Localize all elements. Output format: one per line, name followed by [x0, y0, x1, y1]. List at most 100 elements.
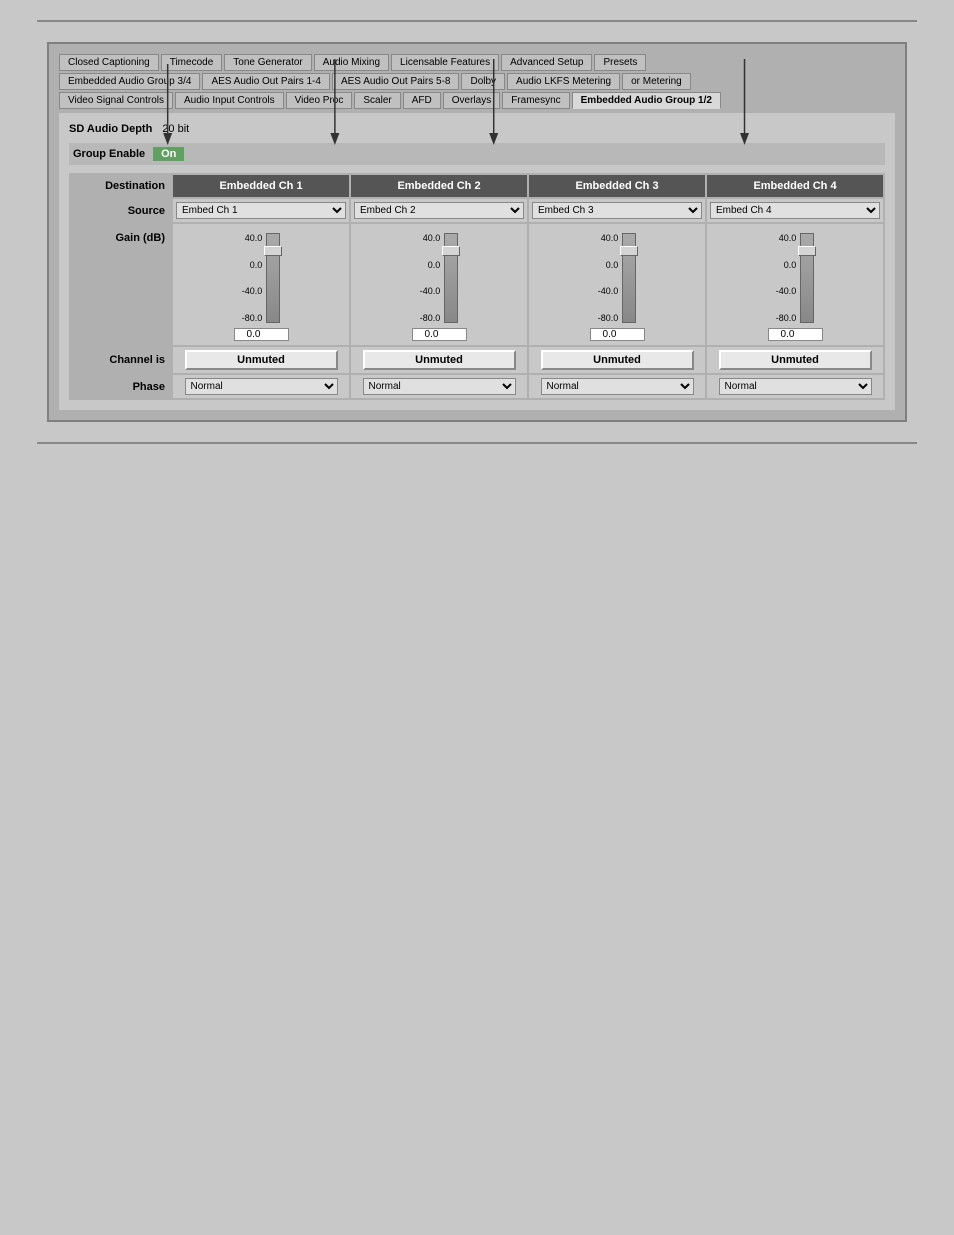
ch3-source-cell: Embed Ch 1 Embed Ch 2 Embed Ch 3 Embed C…: [529, 199, 705, 222]
main-panel: Closed Captioning Timecode Tone Generato…: [47, 42, 907, 422]
ch2-source-select[interactable]: Embed Ch 1 Embed Ch 2 Embed Ch 3 Embed C…: [354, 202, 524, 219]
tab-audio-input-controls[interactable]: Audio Input Controls: [175, 92, 284, 109]
page-wrapper: Closed Captioning Timecode Tone Generato…: [0, 0, 954, 1235]
ch2-mute-button[interactable]: Unmuted: [363, 350, 516, 370]
ch1-gain-n40: -40.0: [242, 286, 263, 296]
ch4-header: Embedded Ch 4: [707, 175, 883, 197]
sd-audio-depth-label: SD Audio Depth: [69, 123, 152, 135]
ch4-gain-cell: 40.0 0.0 -40.0 -80.0: [707, 224, 883, 345]
ch1-source-select[interactable]: Embed Ch 1 Embed Ch 2 Embed Ch 3 Embed C…: [176, 202, 346, 219]
tab-overlays[interactable]: Overlays: [443, 92, 500, 109]
ch3-phase-select[interactable]: Normal Inverted: [541, 378, 694, 395]
tab-framesync[interactable]: Framesync: [502, 92, 569, 109]
ch4-mute-cell: Unmuted: [707, 347, 883, 373]
group-enable-label: Group Enable: [73, 148, 145, 160]
tab-closed-captioning[interactable]: Closed Captioning: [59, 54, 159, 71]
ch3-fader-wrapper: 40.0 0.0 -40.0 -80.0: [598, 228, 637, 328]
ch1-gain-40: 40.0: [242, 233, 263, 243]
tab-rows: Closed Captioning Timecode Tone Generato…: [59, 54, 895, 109]
ch4-phase-select[interactable]: Normal Inverted: [719, 378, 872, 395]
ch4-phase-cell: Normal Inverted: [707, 375, 883, 398]
ch2-gain-0: 0.0: [420, 260, 441, 270]
channel-is-label: Channel is: [71, 347, 171, 373]
sd-audio-depth-row: SD Audio Depth 20 bit: [69, 123, 885, 135]
ch3-source-select[interactable]: Embed Ch 1 Embed Ch 2 Embed Ch 3 Embed C…: [532, 202, 702, 219]
channel-grid: Destination Embedded Ch 1 Embedded Ch 2 …: [69, 173, 885, 400]
ch1-fader-track[interactable]: [266, 233, 280, 323]
ch1-fader-knob[interactable]: [264, 246, 282, 256]
ch4-mute-button[interactable]: Unmuted: [719, 350, 872, 370]
group-enable-value: On: [153, 147, 184, 161]
tab-aes-out-5-8[interactable]: AES Audio Out Pairs 5-8: [332, 73, 460, 90]
tab-presets[interactable]: Presets: [594, 54, 646, 71]
ch2-gain-n80: -80.0: [420, 313, 441, 323]
ch2-gain-40: 40.0: [420, 233, 441, 243]
ch4-source-select[interactable]: Embed Ch 1 Embed Ch 2 Embed Ch 3 Embed C…: [710, 202, 880, 219]
ch4-source-cell: Embed Ch 1 Embed Ch 2 Embed Ch 3 Embed C…: [707, 199, 883, 222]
ch1-mute-cell: Unmuted: [173, 347, 349, 373]
tab-row-3: Video Signal Controls Audio Input Contro…: [59, 92, 895, 109]
ch4-fader-track[interactable]: [800, 233, 814, 323]
ch2-gain-cell: 40.0 0.0 -40.0 -80.0: [351, 224, 527, 345]
tab-audio-lkfs[interactable]: Audio LKFS Metering: [507, 73, 620, 90]
ch4-gain-40: 40.0: [776, 233, 797, 243]
ch4-gain-0: 0.0: [776, 260, 797, 270]
bottom-rule: [37, 442, 917, 444]
ch4-gain-input[interactable]: [768, 328, 823, 341]
ch2-source-cell: Embed Ch 1 Embed Ch 2 Embed Ch 3 Embed C…: [351, 199, 527, 222]
ch1-gain-0: 0.0: [242, 260, 263, 270]
ch2-fader-track[interactable]: [444, 233, 458, 323]
ch1-source-cell: Embed Ch 1 Embed Ch 2 Embed Ch 3 Embed C…: [173, 199, 349, 222]
phase-label: Phase: [71, 375, 171, 398]
ch3-mute-cell: Unmuted: [529, 347, 705, 373]
tab-tone-generator[interactable]: Tone Generator: [224, 54, 312, 71]
ch3-mute-button[interactable]: Unmuted: [541, 350, 694, 370]
tab-advanced-setup[interactable]: Advanced Setup: [501, 54, 592, 71]
tab-embedded-audio-group-12[interactable]: Embedded Audio Group 1/2: [572, 92, 721, 109]
ch3-fader-knob[interactable]: [620, 246, 638, 256]
ch3-gain-n40: -40.0: [598, 286, 619, 296]
ch2-phase-cell: Normal Inverted: [351, 375, 527, 398]
ch3-fader-track[interactable]: [622, 233, 636, 323]
ch1-gain-input[interactable]: [234, 328, 289, 341]
ch2-fader-wrapper: 40.0 0.0 -40.0 -80.0: [420, 228, 459, 328]
tab-or-metering[interactable]: or Metering: [622, 73, 691, 90]
destination-label: Destination: [71, 175, 171, 197]
ch1-phase-select[interactable]: Normal Inverted: [185, 378, 338, 395]
tab-licensable-features[interactable]: Licensable Features: [391, 54, 499, 71]
tab-dolby[interactable]: Dolby: [461, 73, 505, 90]
gain-label: Gain (dB): [71, 224, 171, 345]
ch2-gain-labels: 40.0 0.0 -40.0 -80.0: [420, 233, 441, 323]
tab-afd[interactable]: AFD: [403, 92, 441, 109]
top-rule: [37, 20, 917, 22]
ch3-gain-cell: 40.0 0.0 -40.0 -80.0: [529, 224, 705, 345]
tab-scaler[interactable]: Scaler: [354, 92, 400, 109]
tab-row-2: Embedded Audio Group 3/4 AES Audio Out P…: [59, 73, 895, 90]
source-label: Source: [71, 199, 171, 222]
ch3-gain-input[interactable]: [590, 328, 645, 341]
ch1-mute-button[interactable]: Unmuted: [185, 350, 338, 370]
tab-video-proc[interactable]: Video Proc: [286, 92, 353, 109]
ch3-gain-labels: 40.0 0.0 -40.0 -80.0: [598, 233, 619, 323]
ch4-gain-n40: -40.0: [776, 286, 797, 296]
ch4-fader-knob[interactable]: [798, 246, 816, 256]
ch2-fader-knob[interactable]: [442, 246, 460, 256]
group-enable-row: Group Enable On: [69, 143, 885, 165]
ch4-gain-n80: -80.0: [776, 313, 797, 323]
ch2-phase-select[interactable]: Normal Inverted: [363, 378, 516, 395]
ch2-gain-input[interactable]: [412, 328, 467, 341]
ch2-mute-cell: Unmuted: [351, 347, 527, 373]
tab-embedded-audio-group-34[interactable]: Embedded Audio Group 3/4: [59, 73, 200, 90]
content-area: SD Audio Depth 20 bit Group Enable On De…: [59, 113, 895, 410]
ch4-gain-labels: 40.0 0.0 -40.0 -80.0: [776, 233, 797, 323]
ch3-header: Embedded Ch 3: [529, 175, 705, 197]
tab-video-signal-controls[interactable]: Video Signal Controls: [59, 92, 173, 109]
ch1-gain-labels: 40.0 0.0 -40.0 -80.0: [242, 233, 263, 323]
ch1-gain-cell: 40.0 0.0 -40.0 -80.0: [173, 224, 349, 345]
tab-audio-mixing[interactable]: Audio Mixing: [314, 54, 389, 71]
tab-timecode[interactable]: Timecode: [161, 54, 223, 71]
tab-aes-out-1-4[interactable]: AES Audio Out Pairs 1-4: [202, 73, 330, 90]
ch3-phase-cell: Normal Inverted: [529, 375, 705, 398]
ch2-header: Embedded Ch 2: [351, 175, 527, 197]
ch2-gain-n40: -40.0: [420, 286, 441, 296]
